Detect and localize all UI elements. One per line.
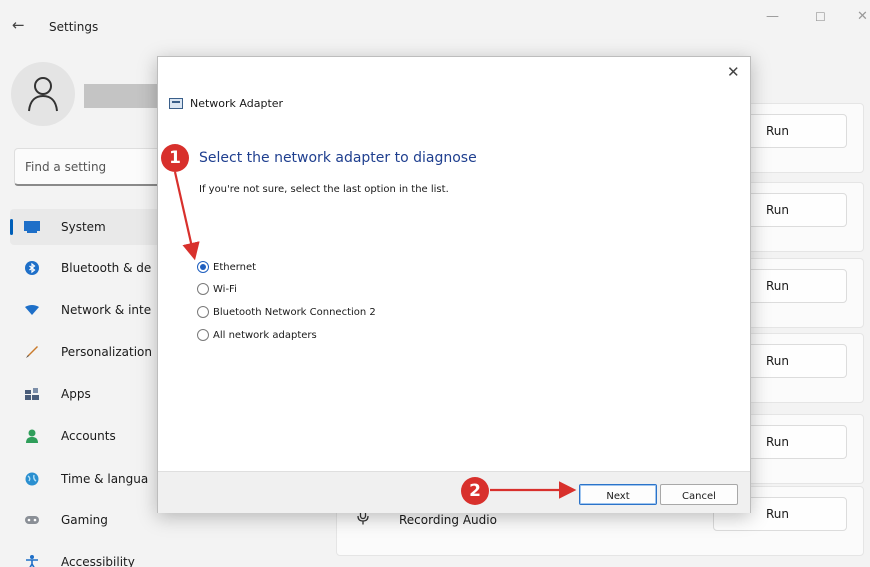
step1-callout: 1 [161, 144, 189, 172]
step2-callout: 2 [461, 477, 489, 505]
step1-arrow [173, 171, 200, 261]
annotation-arrows [173, 171, 577, 499]
